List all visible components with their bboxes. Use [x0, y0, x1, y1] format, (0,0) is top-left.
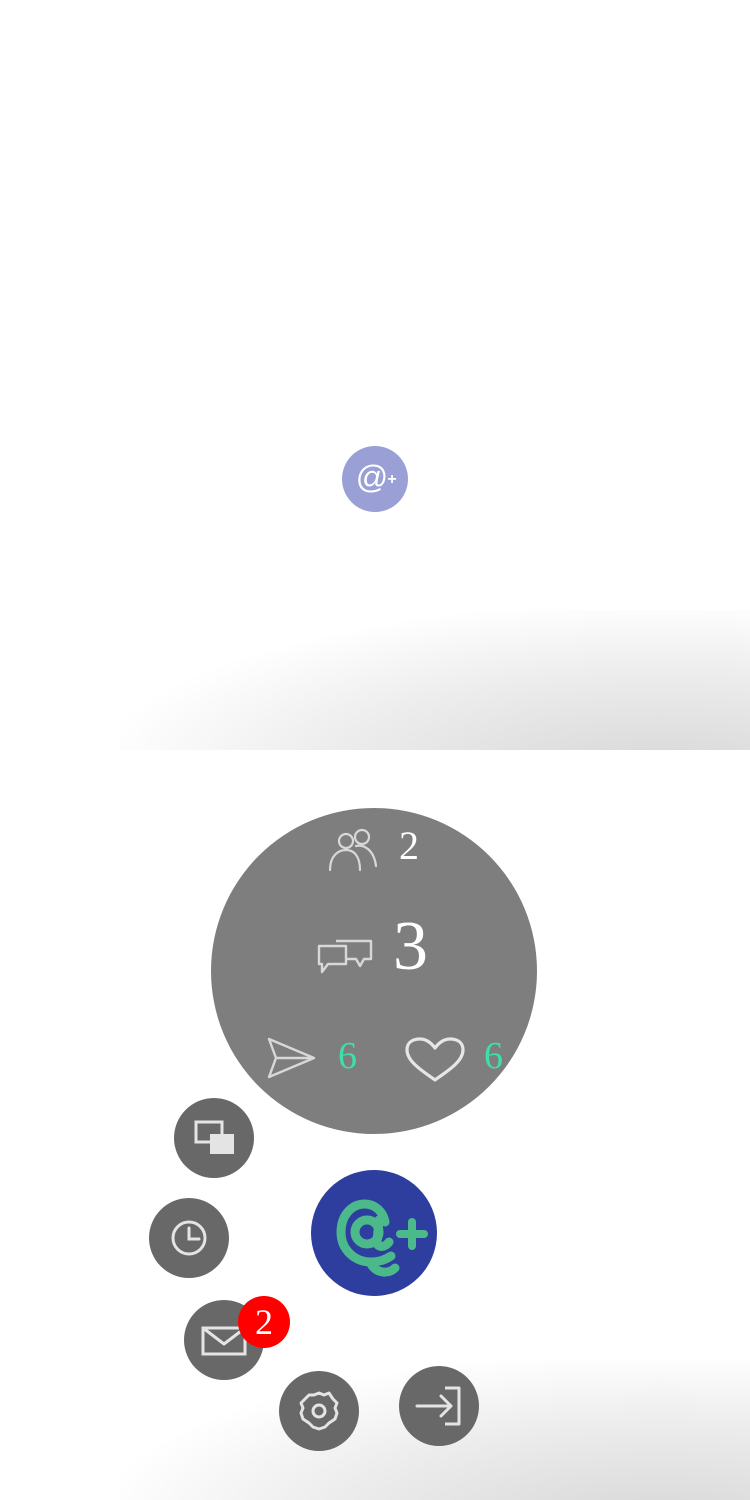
at-plus-logo-icon — [336, 1199, 428, 1277]
at-plus-logo-button[interactable]: @ + — [342, 446, 408, 512]
top-panel — [0, 0, 750, 750]
heart-icon — [405, 1037, 465, 1082]
users-count: 2 — [399, 823, 419, 868]
settings-button[interactable] — [279, 1371, 359, 1451]
likes-count: 6 — [484, 1035, 503, 1077]
windows-button[interactable] — [174, 1098, 254, 1178]
bottom-shadow — [120, 610, 750, 750]
logout-button[interactable] — [399, 1366, 479, 1446]
svg-text:+: + — [387, 471, 396, 488]
history-button[interactable] — [149, 1198, 229, 1278]
messages-badge: 2 — [238, 1296, 290, 1348]
sent-count: 6 — [338, 1035, 357, 1077]
paper-plane-icon — [267, 1037, 316, 1079]
windows-icon — [194, 1120, 234, 1154]
exit-icon — [415, 1386, 461, 1426]
people-icon — [328, 828, 378, 872]
at-plus-logo-icon: @ + — [356, 459, 397, 495]
chat-bubbles-icon — [317, 939, 373, 974]
svg-text:@: @ — [356, 459, 388, 495]
conversations-count: 3 — [393, 908, 428, 985]
gear-icon — [299, 1391, 339, 1431]
at-plus-main-button[interactable] — [311, 1170, 437, 1296]
clock-icon — [171, 1220, 207, 1256]
